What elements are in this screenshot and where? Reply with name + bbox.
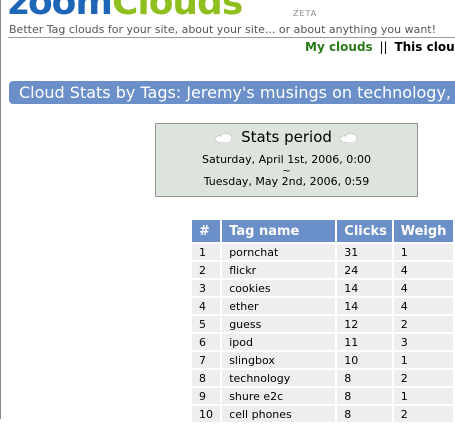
table-row: 4 ether 14 4	[192, 298, 453, 314]
tag-name: flickr	[222, 262, 336, 278]
weight-value: 2	[393, 316, 453, 332]
row-number: 5	[192, 316, 221, 332]
weight-value: 1	[393, 388, 453, 404]
clicks-count: 11	[337, 334, 392, 350]
header-divider	[8, 37, 455, 38]
stats-period-box: Stats period Saturday, April 1st, 2006, …	[155, 123, 418, 197]
row-number: 1	[192, 244, 221, 260]
tag-name: pornchat	[222, 244, 336, 260]
stats-heading: Stats period	[241, 128, 332, 146]
tag-name: slingbox	[222, 352, 336, 368]
table-row: 1 pornchat 31 1	[192, 244, 453, 260]
page-title: Cloud Stats by Tags: Jeremy's musings on…	[19, 83, 452, 102]
this-cloud-label: This cloud:	[394, 40, 455, 54]
row-number: 7	[192, 352, 221, 368]
weight-value: 1	[393, 352, 453, 368]
weight-value: 2	[393, 370, 453, 386]
clicks-count: 14	[337, 298, 392, 314]
top-nav: My clouds || This cloud:	[305, 40, 455, 54]
table-row: 7 slingbox 10 1	[192, 352, 453, 368]
row-number: 2	[192, 262, 221, 278]
tag-name: ipod	[222, 334, 336, 350]
clicks-count: 8	[337, 370, 392, 386]
clicks-count: 24	[337, 262, 392, 278]
logo-clouds-text: Clouds	[112, 0, 243, 20]
table-row: 3 cookies 14 4	[192, 280, 453, 296]
logo-badge: ZETA	[293, 9, 318, 18]
tag-name: technology	[222, 370, 336, 386]
logo-zoom-text: zoom	[8, 0, 113, 20]
table-row: 5 guess 12 2	[192, 316, 453, 332]
table-header-row: # Tag name Clicks Weigh	[192, 220, 453, 242]
page-title-bar: Cloud Stats by Tags: Jeremy's musings on…	[9, 81, 455, 104]
weight-value: 4	[393, 262, 453, 278]
row-number: 3	[192, 280, 221, 296]
row-number: 10	[192, 406, 221, 422]
my-clouds-link[interactable]: My clouds	[305, 40, 373, 54]
table-row: 9 shure e2c 8 1	[192, 388, 453, 404]
tag-name: ether	[222, 298, 336, 314]
column-header-clicks[interactable]: Clicks	[337, 220, 392, 242]
stats-start-date: Saturday, April 1st, 2006, 0:00	[202, 153, 371, 166]
table-row: 6 ipod 11 3	[192, 334, 453, 350]
tag-name: cookies	[222, 280, 336, 296]
clicks-count: 14	[337, 280, 392, 296]
tag-stats-table: # Tag name Clicks Weigh 1 pornchat 31 1 2 fl…	[190, 218, 455, 424]
table-row: 2 flickr 24 4	[192, 262, 453, 278]
row-number: 4	[192, 298, 221, 314]
clicks-count: 8	[337, 406, 392, 422]
zoomclouds-logo[interactable]: zoomClouds	[8, 0, 328, 20]
clicks-count: 8	[337, 388, 392, 404]
tag-name: guess	[222, 316, 336, 332]
row-number: 8	[192, 370, 221, 386]
table-row: 8 technology 8 2	[192, 370, 453, 386]
weight-value: 4	[393, 280, 453, 296]
clicks-count: 10	[337, 352, 392, 368]
weight-value: 3	[393, 334, 453, 350]
stats-end-date: Tuesday, May 2nd, 2006, 0:59	[203, 175, 370, 188]
row-number: 9	[192, 388, 221, 404]
tag-name: cell phones	[222, 406, 336, 422]
table-row: 10 cell phones 8 2	[192, 406, 453, 422]
cloud-icon	[339, 132, 358, 143]
column-header-number[interactable]: #	[192, 220, 221, 242]
clicks-count: 31	[337, 244, 392, 260]
cloud-icon	[214, 132, 233, 143]
tagline: Better Tag clouds for your site, about y…	[9, 23, 437, 36]
weight-value: 1	[393, 244, 453, 260]
clicks-count: 12	[337, 316, 392, 332]
weight-value: 4	[393, 298, 453, 314]
left-border	[0, 0, 1, 419]
nav-separator: ||	[379, 40, 388, 54]
row-number: 6	[192, 334, 221, 350]
stats-heading-row: Stats period	[156, 128, 417, 146]
tag-name: shure e2c	[222, 388, 336, 404]
column-header-weight[interactable]: Weigh	[393, 220, 453, 242]
weight-value: 2	[393, 406, 453, 422]
column-header-tag-name[interactable]: Tag name	[222, 220, 336, 242]
